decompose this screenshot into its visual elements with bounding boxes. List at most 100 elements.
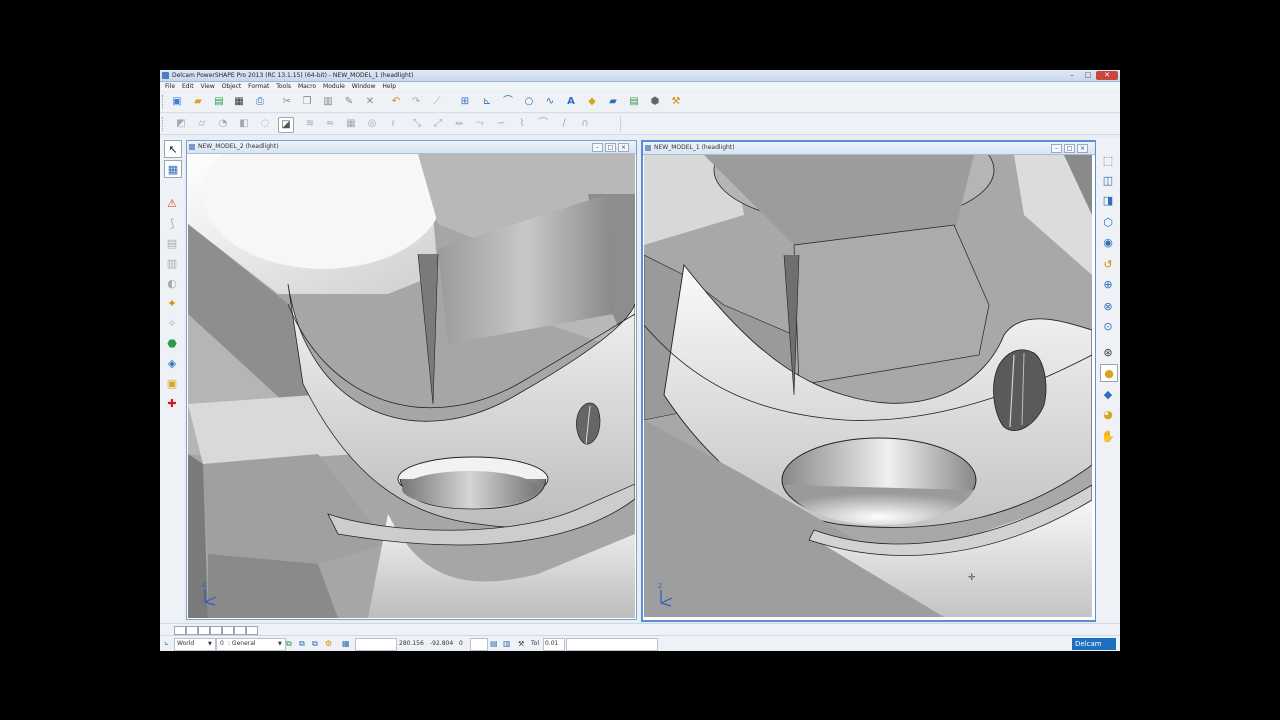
viewport-maximize-button[interactable]: □ bbox=[605, 143, 616, 152]
menu-object[interactable]: Object bbox=[222, 82, 242, 91]
zoom-window-icon[interactable]: ⊙ bbox=[1100, 318, 1116, 334]
undo-icon[interactable]: ↶ bbox=[389, 95, 403, 109]
layer-2-icon[interactable]: ⧉ bbox=[299, 639, 305, 649]
surface-wizard-icon[interactable]: ◩ bbox=[174, 117, 188, 131]
view-side-icon[interactable]: ◨ bbox=[1100, 192, 1116, 208]
level-button-7[interactable] bbox=[246, 626, 258, 635]
surface-icon[interactable]: ▤ bbox=[627, 95, 641, 109]
toolbar-grip-2[interactable] bbox=[162, 117, 166, 131]
menu-window[interactable]: Window bbox=[352, 82, 376, 91]
level-button-6[interactable] bbox=[234, 626, 246, 635]
split-icon[interactable]: ⤡ bbox=[410, 117, 424, 131]
measure-icon[interactable]: ▣ bbox=[164, 375, 180, 391]
plane-icon[interactable]: ◆ bbox=[1100, 386, 1116, 402]
view-icon[interactable]: ▦ bbox=[164, 160, 182, 178]
surface-tool-icon[interactable]: ▤ bbox=[164, 235, 180, 251]
snap-icon[interactable]: ⚙ bbox=[325, 639, 332, 649]
level-button-4[interactable] bbox=[210, 626, 222, 635]
solid-icon[interactable]: ▰ bbox=[606, 95, 620, 109]
open-folder-icon[interactable]: ▤ bbox=[212, 95, 226, 109]
view-iso-icon[interactable]: ⬡ bbox=[1100, 214, 1116, 230]
dimension-icon[interactable]: ◆ bbox=[585, 95, 599, 109]
revolve-icon[interactable]: ◌ bbox=[258, 117, 272, 131]
viewport-close-button[interactable]: × bbox=[618, 143, 629, 152]
view-front-icon[interactable]: ◫ bbox=[1100, 172, 1116, 188]
workplane-dropdown-icon[interactable]: ▼ bbox=[208, 639, 212, 649]
viewport-model-1[interactable]: NEW_MODEL_1 (headlight) – □ × ✛ Z bbox=[641, 140, 1097, 622]
line-icon[interactable]: ⟋ bbox=[430, 95, 444, 109]
boundary-icon[interactable]: ⌒ bbox=[536, 117, 550, 131]
menu-view[interactable]: View bbox=[201, 82, 215, 91]
save-icon[interactable]: ▦ bbox=[232, 95, 246, 109]
wireframe-icon[interactable]: ⊛ bbox=[1100, 344, 1116, 360]
zoom-prev-icon[interactable]: ↺ bbox=[1100, 256, 1116, 272]
menu-module[interactable]: Module bbox=[323, 82, 345, 91]
level-button-2[interactable] bbox=[186, 626, 198, 635]
curve-icon[interactable]: ∿ bbox=[543, 95, 557, 109]
zoom-icon[interactable]: ⊕ bbox=[1100, 276, 1116, 292]
solid-tool-icon[interactable]: ▥ bbox=[164, 255, 180, 271]
fillet-tool-icon[interactable]: ✦ bbox=[164, 295, 180, 311]
menu-edit[interactable]: Edit bbox=[182, 82, 194, 91]
menu-file[interactable]: File bbox=[165, 82, 175, 91]
level-button-5[interactable] bbox=[222, 626, 234, 635]
trim-icon[interactable]: ≀ bbox=[386, 117, 400, 131]
sweep-icon[interactable]: ≋ bbox=[303, 117, 317, 131]
arc-icon[interactable]: ⌒ bbox=[501, 95, 515, 109]
open-icon[interactable]: ▰ bbox=[191, 95, 205, 109]
model-canvas-left[interactable]: Z bbox=[188, 154, 635, 618]
viewport-minimize-button[interactable]: – bbox=[592, 143, 603, 152]
analysis-icon[interactable]: ◐ bbox=[164, 275, 180, 291]
edit-icon[interactable]: ✎ bbox=[342, 95, 356, 109]
project-icon[interactable]: ⤳ bbox=[473, 117, 487, 131]
extrude-icon[interactable]: ◧ bbox=[237, 117, 251, 131]
redo-icon[interactable]: ↷ bbox=[409, 95, 423, 109]
warning-icon[interactable]: ⚠ bbox=[164, 195, 180, 211]
blend-icon[interactable]: ▦ bbox=[344, 117, 358, 131]
select-icon[interactable]: ↖ bbox=[164, 140, 182, 158]
workplane-icon[interactable]: ⊾ bbox=[480, 95, 494, 109]
camera-icon[interactable]: ◉ bbox=[1100, 234, 1116, 250]
shaded-icon[interactable]: ● bbox=[1100, 364, 1118, 382]
add-icon[interactable]: ✚ bbox=[164, 395, 180, 411]
copy-icon[interactable]: ❐ bbox=[300, 95, 314, 109]
view-top-icon[interactable]: ⬚ bbox=[1100, 152, 1116, 168]
curve-split-icon[interactable]: ∕ bbox=[557, 117, 571, 131]
print-icon[interactable]: ⎙ bbox=[253, 95, 267, 109]
sphere-icon[interactable]: ◕ bbox=[1100, 406, 1116, 422]
calculator-icon[interactable]: ▤ bbox=[490, 639, 498, 649]
light-icon[interactable]: ✋ bbox=[1100, 428, 1116, 444]
level-button-3[interactable] bbox=[198, 626, 210, 635]
level-dropdown-icon[interactable]: ▼ bbox=[278, 639, 282, 649]
join-icon[interactable]: ⤢ bbox=[431, 117, 445, 131]
menu-format[interactable]: Format bbox=[248, 82, 269, 91]
toolbar-grip[interactable] bbox=[162, 95, 166, 109]
viewport-model-2[interactable]: NEW_MODEL_2 (headlight) – □ × Z bbox=[186, 140, 637, 620]
grid-icon[interactable]: ⊞ bbox=[458, 95, 472, 109]
grid-toggle-icon[interactable]: ▥ bbox=[503, 639, 511, 649]
level-button-1[interactable] bbox=[174, 626, 186, 635]
curve-join-icon[interactable]: ∩ bbox=[578, 117, 592, 131]
layer-icon[interactable]: ⧉ bbox=[286, 639, 292, 649]
close-button[interactable]: ✕ bbox=[1096, 71, 1118, 80]
text-icon[interactable]: A bbox=[564, 95, 578, 109]
maximize-button[interactable]: □ bbox=[1080, 71, 1096, 80]
model-canvas-right[interactable]: ✛ Z bbox=[644, 155, 1094, 619]
viewport-maximize-button-right[interactable]: □ bbox=[1064, 144, 1075, 153]
paste-icon[interactable]: ▥ bbox=[321, 95, 335, 109]
new-model-icon[interactable]: ▣ bbox=[170, 95, 184, 109]
delete-icon[interactable]: ✕ bbox=[363, 95, 377, 109]
region-icon[interactable]: ⌇ bbox=[515, 117, 529, 131]
viewport-minimize-button-right[interactable]: – bbox=[1051, 144, 1062, 153]
zoom-fit-icon[interactable]: ⊗ bbox=[1100, 298, 1116, 314]
layer-3-icon[interactable]: ⧉ bbox=[312, 639, 318, 649]
menu-help[interactable]: Help bbox=[382, 82, 396, 91]
grid-status-icon[interactable]: ▦ bbox=[342, 639, 350, 649]
drive-curve-icon[interactable]: ≈ bbox=[323, 117, 337, 131]
cylinder-icon[interactable]: ⌭ bbox=[195, 117, 209, 131]
curve-tool-icon[interactable]: ⟆ bbox=[164, 215, 180, 231]
command-input[interactable] bbox=[566, 638, 658, 651]
minimize-button[interactable]: – bbox=[1064, 71, 1080, 80]
menu-macro[interactable]: Macro bbox=[298, 82, 316, 91]
fillet-icon[interactable]: ◔ bbox=[216, 117, 230, 131]
